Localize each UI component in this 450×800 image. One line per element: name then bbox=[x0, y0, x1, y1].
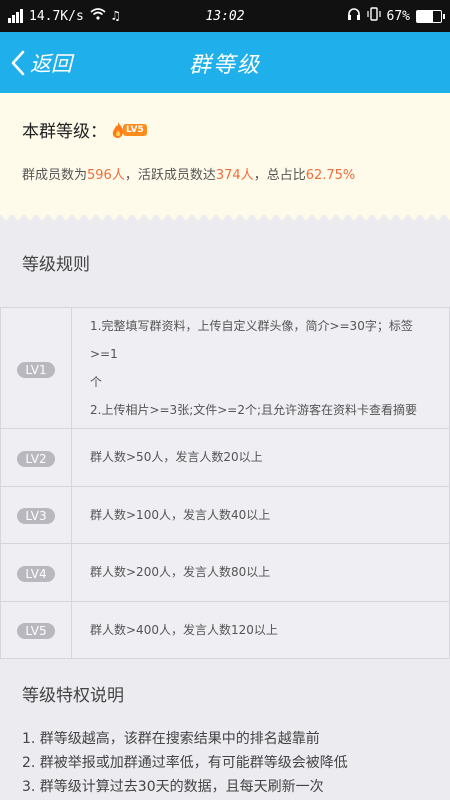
rule-row: LV5 群人数>400人，发言人数120以上 bbox=[0, 600, 450, 659]
level-pill: LV2 bbox=[17, 450, 55, 467]
zigzag-edge bbox=[0, 213, 450, 221]
status-bar: 14.7K/s ♫ 13:02 67% bbox=[0, 0, 450, 32]
members-prefix: 群成员数为 bbox=[22, 168, 88, 183]
rule-line: 群人数>100人，发言人数40以上 bbox=[90, 507, 271, 522]
group-level-card: 本群等级： LV5 群成员数为596人，活跃成员数达374人，总占比62.75% bbox=[0, 93, 450, 221]
ratio-prefix: ，总占比 bbox=[253, 168, 306, 183]
back-label: 返回 bbox=[30, 51, 72, 76]
clock: 13:02 bbox=[205, 8, 245, 24]
rule-line: 群人数>200人，发言人数80以上 bbox=[90, 565, 271, 580]
rule-line: 个 bbox=[90, 375, 103, 389]
privilege-item: 1. 群等级越高，该群在搜索结果中的排名越靠前 bbox=[22, 731, 320, 747]
rule-description: 群人数>400人，发言人数120以上 bbox=[71, 600, 450, 659]
rule-line: 2.上传相片>=3张;文件>=2个;且允许游客在资料卡查看摘要 bbox=[90, 403, 418, 417]
battery-percent: 67% bbox=[386, 8, 411, 24]
level-pill: LV5 bbox=[17, 623, 55, 640]
level-badge: LV5 bbox=[111, 121, 147, 139]
privileges-title: 等级特权说明 bbox=[22, 686, 124, 706]
rule-row: LV2 群人数>50人，发言人数20以上 bbox=[0, 428, 450, 487]
title-bar: 返回 群等级 bbox=[0, 32, 450, 93]
signal-icon bbox=[8, 9, 23, 23]
active-ratio: 62.75% bbox=[305, 168, 356, 183]
network-speed: 14.7K/s bbox=[29, 8, 84, 24]
rule-row: LV1 1.完整填写群资料，上传自定义群头像，简介>=30字；标签>=1 个 2.上传… bbox=[0, 307, 450, 429]
battery-icon bbox=[416, 9, 446, 23]
rule-line: 1.完整填写群资料，上传自定义群头像，简介>=30字；标签>=1 bbox=[90, 319, 413, 361]
back-button[interactable]: 返回 bbox=[0, 32, 72, 93]
rule-description: 群人数>50人，发言人数20以上 bbox=[71, 428, 450, 487]
rule-row: LV4 群人数>200人，发言人数80以上 bbox=[0, 543, 450, 602]
rules-table: LV1 1.完整填写群资料，上传自定义群头像，简介>=30字；标签>=1 个 2.上传… bbox=[0, 307, 450, 659]
member-stats: 群成员数为596人，活跃成员数达374人，总占比62.75% bbox=[22, 164, 430, 183]
rules-title: 等级规则 bbox=[22, 255, 90, 275]
level-pill: LV1 bbox=[17, 361, 55, 378]
rule-line: 群人数>50人，发言人数20以上 bbox=[90, 450, 263, 465]
level-pill: LV4 bbox=[17, 565, 55, 582]
rule-line: 群人数>400人，发言人数120以上 bbox=[90, 622, 278, 637]
members-count: 596人 bbox=[87, 168, 125, 183]
wifi-icon bbox=[90, 8, 106, 24]
music-icon: ♫ bbox=[111, 8, 120, 24]
rule-level-cell: LV5 bbox=[0, 600, 72, 659]
rule-description: 群人数>100人，发言人数40以上 bbox=[71, 485, 450, 544]
rule-level-cell: LV2 bbox=[0, 428, 72, 487]
privilege-item: 2. 群被举报或加群通过率低，有可能群等级会被降低 bbox=[22, 755, 348, 771]
active-prefix: ，活跃成员数达 bbox=[124, 168, 216, 183]
privilege-item: 3. 群等级计算过去30天的数据，且每天刷新一次 bbox=[22, 779, 324, 795]
rule-row: LV3 群人数>100人，发言人数40以上 bbox=[0, 485, 450, 544]
rule-level-cell: LV4 bbox=[0, 543, 72, 602]
group-level-label: 本群等级： bbox=[22, 122, 107, 142]
headset-icon bbox=[347, 7, 361, 25]
level-pill: LV3 bbox=[17, 508, 55, 525]
rule-description: 群人数>200人，发言人数80以上 bbox=[71, 543, 450, 602]
rule-description: 1.完整填写群资料，上传自定义群头像，简介>=30字；标签>=1 个 2.上传相片>… bbox=[71, 307, 450, 429]
privileges-list: 1. 群等级越高，该群在搜索结果中的排名越靠前 2. 群被举报或加群通过率低，有… bbox=[0, 727, 450, 799]
rule-level-cell: LV1 bbox=[0, 307, 72, 429]
active-count: 374人 bbox=[215, 168, 254, 183]
vibrate-icon bbox=[366, 7, 381, 25]
level-badge-text: LV5 bbox=[123, 123, 147, 136]
chevron-left-icon bbox=[11, 50, 25, 75]
rule-level-cell: LV3 bbox=[0, 485, 72, 544]
